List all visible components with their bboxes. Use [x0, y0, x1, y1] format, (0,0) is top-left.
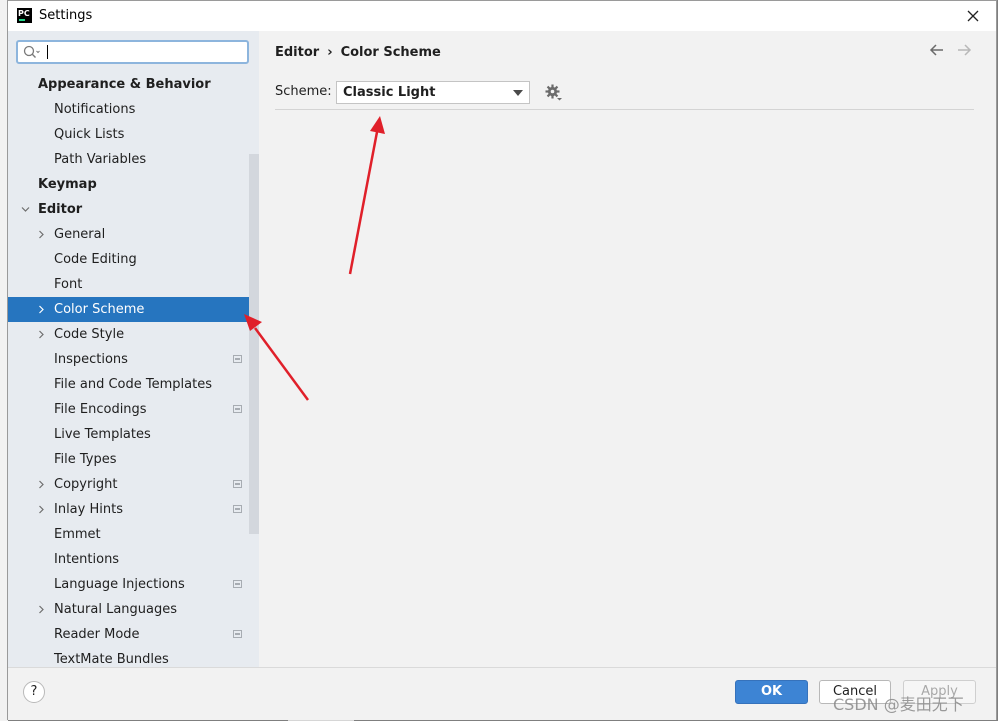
sidebar-item-label: Notifications	[54, 102, 136, 117]
ok-button[interactable]: OK	[735, 680, 808, 704]
sidebar-item-label: Inspections	[54, 352, 128, 367]
text-caret	[47, 45, 48, 59]
settings-sidebar: Appearance & Behavior Notifications Quick …	[8, 31, 259, 667]
sidebar-item-appearance-behavior[interactable]: Appearance & Behavior	[8, 72, 259, 97]
sidebar-item-label: File Encodings	[54, 402, 147, 417]
chevron-right-icon[interactable]	[37, 305, 46, 314]
help-button[interactable]: ?	[23, 681, 45, 703]
settings-tree: Appearance & Behavior Notifications Quick …	[8, 72, 259, 667]
breadcrumb-parent[interactable]: Editor	[275, 45, 319, 60]
title-bar: PC Settings	[8, 1, 996, 32]
search-input[interactable]	[46, 43, 242, 61]
sidebar-item-label: Reader Mode	[54, 627, 140, 642]
sidebar-item-label: Appearance & Behavior	[38, 77, 211, 92]
sidebar-item-general[interactable]: General	[8, 222, 259, 247]
chevron-right-icon[interactable]	[37, 480, 46, 489]
back-arrow-icon[interactable]	[929, 43, 945, 57]
sidebar-item-label: File and Code Templates	[54, 377, 212, 392]
chevron-down-icon[interactable]	[21, 205, 30, 214]
sidebar-item-natural-languages[interactable]: Natural Languages	[8, 597, 259, 622]
gear-icon[interactable]	[545, 84, 563, 102]
settings-dialog: PC Settings Appearance & Behavior Notific…	[7, 0, 997, 720]
sidebar-item-label: Path Variables	[54, 152, 147, 167]
sidebar-item-code-editing[interactable]: Code Editing	[8, 247, 259, 272]
sidebar-item-editor[interactable]: Editor	[8, 197, 259, 222]
sidebar-item-label: File Types	[54, 452, 117, 467]
project-settings-icon	[233, 405, 242, 413]
forward-arrow-icon[interactable]	[956, 43, 972, 57]
sidebar-item-inlay-hints[interactable]: Inlay Hints	[8, 497, 259, 522]
sidebar-item-emmet[interactable]: Emmet	[8, 522, 259, 547]
breadcrumb-current: Color Scheme	[340, 45, 441, 60]
chevron-right-icon[interactable]	[37, 330, 46, 339]
close-icon	[967, 10, 979, 22]
sidebar-item-label: Quick Lists	[54, 127, 125, 142]
sidebar-item-inspections[interactable]: Inspections	[8, 347, 259, 372]
sidebar-item-path-variables[interactable]: Path Variables	[8, 147, 259, 172]
sidebar-item-notifications[interactable]: Notifications	[8, 97, 259, 122]
breadcrumb: Editor › Color Scheme	[275, 45, 441, 60]
sidebar-item-label: General	[54, 227, 106, 242]
sidebar-item-label: Language Injections	[54, 577, 185, 592]
dropdown-arrow-icon	[513, 90, 523, 96]
divider	[275, 109, 974, 110]
sidebar-item-keymap[interactable]: Keymap	[8, 172, 259, 197]
sidebar-item-file-encodings[interactable]: File Encodings	[8, 397, 259, 422]
window-title: Settings	[39, 8, 93, 23]
watermark: CSDN @麦田无下	[833, 695, 964, 714]
sidebar-item-label: Keymap	[38, 177, 97, 192]
project-settings-icon	[233, 480, 242, 488]
project-settings-icon	[233, 355, 242, 363]
sidebar-item-live-templates[interactable]: Live Templates	[8, 422, 259, 447]
project-settings-icon	[233, 630, 242, 638]
sidebar-item-label: Code Style	[54, 327, 125, 342]
sidebar-item-copyright[interactable]: Copyright	[8, 472, 259, 497]
sidebar-item-label: Font	[54, 277, 83, 292]
sidebar-item-label: Emmet	[54, 527, 101, 542]
sidebar-item-textmate-bundles[interactable]: TextMate Bundles	[8, 647, 259, 667]
sidebar-item-quick-lists[interactable]: Quick Lists	[8, 122, 259, 147]
sidebar-item-label: Code Editing	[54, 252, 137, 267]
scheme-label: Scheme:	[275, 84, 332, 99]
sidebar-item-label: Intentions	[54, 552, 120, 567]
sidebar-item-reader-mode[interactable]: Reader Mode	[8, 622, 259, 647]
sidebar-item-file-and-code-templates[interactable]: File and Code Templates	[8, 372, 259, 397]
close-button[interactable]	[950, 1, 996, 31]
scheme-selected-value: Classic Light	[343, 85, 436, 100]
chevron-right-icon[interactable]	[37, 505, 46, 514]
sidebar-item-label: Editor	[38, 202, 83, 217]
search-icon	[23, 45, 40, 58]
sidebar-item-code-style[interactable]: Code Style	[8, 322, 259, 347]
sidebar-item-label: Copyright	[54, 477, 118, 492]
pycharm-app-icon: PC	[17, 8, 32, 23]
settings-content-panel: Editor › Color Scheme Scheme: Classic Ligh…	[259, 31, 996, 667]
sidebar-item-intentions[interactable]: Intentions	[8, 547, 259, 572]
breadcrumb-separator: ›	[327, 45, 333, 60]
chevron-right-icon[interactable]	[37, 230, 46, 239]
sidebar-item-label: Inlay Hints	[54, 502, 123, 517]
search-field[interactable]	[16, 40, 249, 64]
scheme-dropdown[interactable]: Classic Light	[336, 81, 530, 104]
sidebar-item-label: TextMate Bundles	[54, 652, 169, 667]
chevron-right-icon[interactable]	[37, 605, 46, 614]
sidebar-item-color-scheme[interactable]: Color Scheme	[8, 297, 259, 322]
sidebar-item-language-injections[interactable]: Language Injections	[8, 572, 259, 597]
sidebar-item-label: Natural Languages	[54, 602, 178, 617]
sidebar-item-file-types[interactable]: File Types	[8, 447, 259, 472]
sidebar-item-label: Live Templates	[54, 427, 151, 442]
sidebar-scrollbar[interactable]	[249, 154, 259, 534]
sidebar-item-label: Color Scheme	[54, 302, 145, 317]
project-settings-icon	[233, 505, 242, 513]
sidebar-item-font[interactable]: Font	[8, 272, 259, 297]
project-settings-icon	[233, 580, 242, 588]
